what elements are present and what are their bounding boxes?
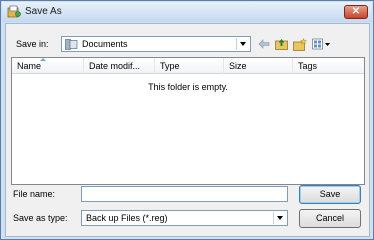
new-folder-icon[interactable] xyxy=(292,37,307,51)
file-list-header: Name Date modif... Type Size Tags xyxy=(12,58,364,74)
chevron-down-icon[interactable] xyxy=(273,212,286,224)
cancel-button[interactable]: Cancel xyxy=(299,209,361,228)
save-as-type-dropdown[interactable]: Back up Files (*.reg) xyxy=(81,210,288,226)
back-arrow-icon[interactable] xyxy=(257,37,271,51)
title-bar[interactable]: Save As ✕ xyxy=(2,2,372,22)
documents-folder-icon xyxy=(65,39,78,50)
column-header-tags[interactable]: Tags xyxy=(293,58,364,74)
column-header-date-modified[interactable]: Date modif... xyxy=(84,58,155,74)
dialog-title: Save As xyxy=(25,6,62,17)
dialog-body: Save in: Documents Name Date modif... Ty… xyxy=(5,23,370,237)
save-as-type-label: Save as type: xyxy=(13,213,68,223)
chevron-down-icon[interactable] xyxy=(236,38,249,50)
save-as-dialog: Save As ✕ Save in: Documents Name Date m… xyxy=(0,0,374,240)
save-in-value: Documents xyxy=(82,39,128,49)
save-as-icon xyxy=(7,5,21,18)
save-in-label: Save in: xyxy=(16,39,49,49)
empty-folder-message: This folder is empty. xyxy=(148,82,228,92)
close-button[interactable]: ✕ xyxy=(344,5,368,19)
save-button[interactable]: Save xyxy=(299,185,361,204)
view-menu-icon[interactable] xyxy=(311,37,333,51)
file-name-label: File name: xyxy=(13,189,56,199)
column-header-name[interactable]: Name xyxy=(12,58,84,74)
column-header-type[interactable]: Type xyxy=(155,58,224,74)
up-folder-icon[interactable] xyxy=(274,37,288,51)
save-in-dropdown[interactable]: Documents xyxy=(61,36,251,52)
file-list[interactable]: Name Date modif... Type Size Tags This f… xyxy=(11,57,365,185)
file-name-input[interactable] xyxy=(81,186,288,202)
column-header-size[interactable]: Size xyxy=(224,58,293,74)
save-as-type-value: Back up Files (*.reg) xyxy=(86,213,168,223)
close-icon: ✕ xyxy=(351,6,361,17)
sort-ascending-icon xyxy=(40,58,46,61)
